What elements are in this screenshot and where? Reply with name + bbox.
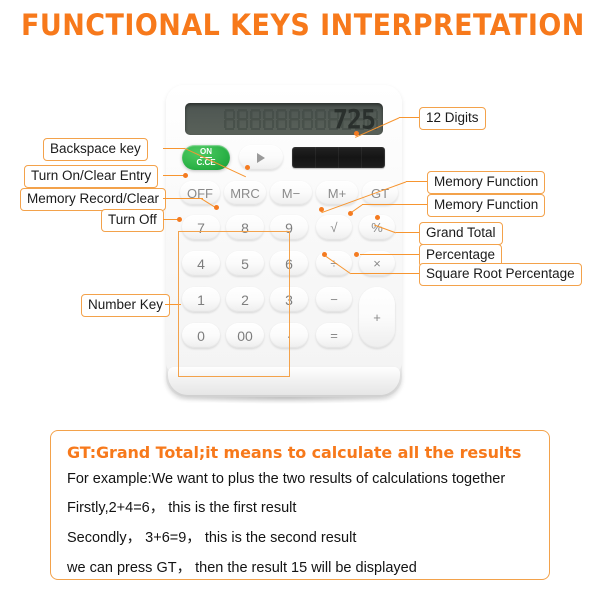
callout-square-root-percentage: Square Root Percentage: [419, 263, 582, 286]
leader-mfn2-a: [362, 204, 427, 206]
key-off[interactable]: OFF: [180, 181, 220, 205]
page-root: FUNCTIONAL KEYS INTERPRETATION 725 ON C.…: [0, 0, 600, 600]
dot-turn-on: [183, 173, 188, 178]
callout-number-key: Number Key: [81, 294, 171, 317]
dot-mrc: [214, 205, 219, 210]
page-title: FUNCTIONAL KEYS INTERPRETATION: [21, 8, 585, 42]
callout-12-digits: 12 Digits: [419, 107, 486, 130]
key-plus[interactable]: +: [359, 287, 395, 348]
leader-sqrt-a: [351, 273, 419, 275]
lcd-display: 725: [185, 103, 383, 135]
key-equals-label: =: [330, 328, 338, 343]
key-plus-label: +: [373, 310, 381, 325]
callout-memory-function-plus: Memory Function: [427, 194, 546, 217]
callout-grand-total: Grand Total: [419, 222, 503, 245]
callout-turn-on-clear-entry: Turn On/Clear Entry: [24, 165, 159, 188]
key-memory-minus-label: M−: [281, 185, 301, 201]
gt-explanation-line-4: we can press GT， then the result 15 will…: [67, 560, 417, 576]
leader-percentage: [360, 254, 419, 256]
callout-memory-function-minus: Memory Function: [427, 171, 546, 194]
callout-backspace-key: Backspace key: [43, 138, 148, 161]
leader-backspace-a: [163, 148, 185, 150]
callout-turn-off: Turn Off: [101, 209, 164, 232]
dot-grand-total: [375, 215, 380, 220]
solar-panel: [292, 147, 385, 168]
key-equals[interactable]: =: [316, 323, 352, 348]
gt-explanation-line-3: Secondly， 3+6=9， this is the second resu…: [67, 530, 357, 546]
leader-mfn1-a: [406, 181, 427, 183]
dot-digits: [354, 131, 359, 136]
dot-percentage: [354, 252, 359, 257]
dot-turn-off: [177, 217, 182, 222]
gt-explanation-line-2: Firstly,2+4=6， this is the first result: [67, 500, 297, 516]
callout-memory-record-clear: Memory Record/Clear: [20, 188, 167, 211]
dot-memory-plus: [348, 211, 353, 216]
dot-backspace: [245, 165, 250, 170]
key-minus[interactable]: −: [316, 287, 352, 312]
key-square-root[interactable]: √: [316, 215, 352, 240]
backspace-arrow-icon: [257, 152, 265, 163]
dot-memory-minus: [319, 207, 324, 212]
gt-explanation-line-1: For example:We want to plus the two resu…: [67, 471, 506, 487]
dot-square-root: [322, 252, 327, 257]
gt-explanation-heading: GT:Grand Total;it means to calculate all…: [67, 443, 522, 462]
key-mrc[interactable]: MRC: [224, 181, 266, 205]
leader-gt-a: [396, 232, 419, 234]
leader-digits-a: [399, 117, 419, 119]
leader-mrc-a: [163, 198, 203, 200]
key-multiply-label: ×: [373, 256, 381, 271]
number-key-bracket: [178, 231, 290, 377]
key-mrc-label: MRC: [230, 185, 260, 201]
key-square-root-label: √: [330, 220, 338, 235]
leader-turn-on: [163, 175, 185, 177]
gt-explanation-box: GT:Grand Total;it means to calculate all…: [50, 430, 550, 580]
key-memory-minus[interactable]: M−: [270, 181, 312, 205]
key-memory-plus-label: M+: [327, 185, 347, 201]
key-minus-label: −: [330, 292, 338, 307]
